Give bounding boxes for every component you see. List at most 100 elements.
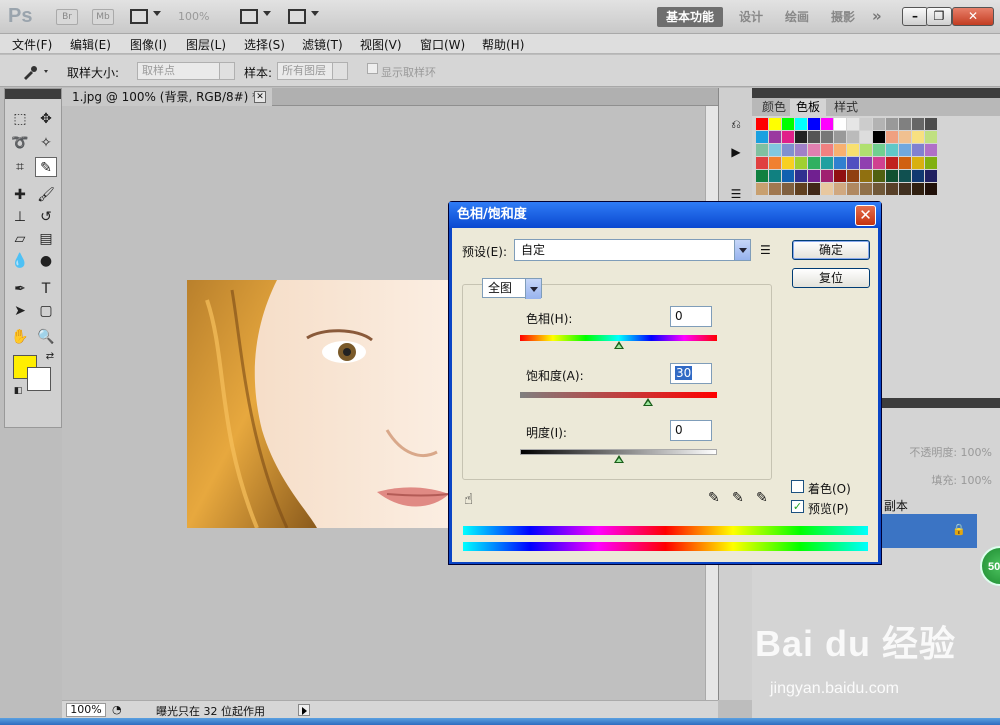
swatch-cell[interactable] (756, 157, 768, 169)
status-menu-arrow-icon[interactable] (298, 704, 310, 716)
swatch-cell[interactable] (925, 118, 937, 130)
adjustments-panel-icon[interactable]: ☰ (727, 186, 745, 202)
swatch-cell[interactable] (795, 118, 807, 130)
panel-header[interactable] (752, 88, 1000, 98)
swatch-cell[interactable] (756, 118, 768, 130)
eyedropper-icon[interactable]: ✎ (708, 490, 720, 506)
minimize-button[interactable]: – (902, 7, 928, 26)
eraser-tool-icon[interactable]: ▱ (9, 229, 31, 249)
status-zoom-field[interactable]: 100% (66, 703, 106, 717)
swatch-cell[interactable] (860, 183, 872, 195)
blur-tool-icon[interactable]: 💧 (9, 251, 31, 271)
swatch-cell[interactable] (782, 157, 794, 169)
swatch-cell[interactable] (912, 131, 924, 143)
menu-layer[interactable]: 图层(L) (186, 36, 226, 53)
swatch-cell[interactable] (847, 183, 859, 195)
sample-size-select[interactable]: 取样点 (137, 62, 235, 80)
eyedropper-plus-icon[interactable]: ✎ (732, 490, 744, 506)
lightness-input[interactable]: 0 (670, 420, 712, 441)
eyedropper-tool-preset-icon[interactable] (20, 62, 52, 82)
swatch-cell[interactable] (756, 170, 768, 182)
more-workspaces-icon[interactable]: » (872, 7, 882, 25)
swatch-cell[interactable] (886, 131, 898, 143)
close-document-icon[interactable]: ✕ (254, 91, 266, 103)
lasso-tool-icon[interactable]: ➰ (9, 133, 31, 153)
swatch-cell[interactable] (886, 157, 898, 169)
workspace-design[interactable]: 设计 (730, 7, 772, 27)
lightness-slider-thumb[interactable] (613, 455, 624, 464)
chevron-down-icon[interactable] (153, 11, 161, 16)
menu-help[interactable]: 帮助(H) (482, 36, 524, 53)
swatch-cell[interactable] (847, 170, 859, 182)
toolbox-header[interactable] (5, 89, 61, 99)
swatch-cell[interactable] (899, 118, 911, 130)
swatch-cell[interactable] (834, 131, 846, 143)
swatch-cell[interactable] (886, 144, 898, 156)
preset-select[interactable]: 自定 (514, 239, 751, 261)
zoom-tool-icon[interactable]: 🔍 (35, 327, 57, 347)
hue-slider-thumb[interactable] (613, 341, 624, 350)
swatch-cell[interactable] (769, 170, 781, 182)
swatch-cell[interactable] (899, 144, 911, 156)
menu-window[interactable]: 窗口(W) (420, 36, 465, 53)
preset-options-icon[interactable]: ☰ (760, 243, 771, 257)
swatch-cell[interactable] (769, 144, 781, 156)
swatch-cell[interactable] (808, 170, 820, 182)
swatch-cell[interactable] (860, 170, 872, 182)
dialog-close-button[interactable]: ✕ (855, 205, 876, 226)
swatch-cell[interactable] (899, 157, 911, 169)
opacity-value[interactable]: 100% (961, 446, 992, 459)
swatch-cell[interactable] (769, 131, 781, 143)
saturation-slider-track[interactable] (520, 392, 717, 398)
menu-filter[interactable]: 滤镜(T) (302, 36, 343, 53)
document-image[interactable] (187, 280, 449, 528)
swatch-cell[interactable] (821, 144, 833, 156)
crop-tool-icon[interactable]: ⌗ (9, 157, 31, 177)
pen-tool-icon[interactable]: ✒ (9, 279, 31, 299)
hand-tool-icon[interactable]: ✋ (9, 327, 31, 347)
swatch-cell[interactable] (769, 157, 781, 169)
history-panel-icon[interactable]: ⎌ (727, 116, 745, 132)
swatch-cell[interactable] (912, 183, 924, 195)
swatch-cell[interactable] (899, 183, 911, 195)
swatch-cell[interactable] (860, 157, 872, 169)
mini-bridge-button[interactable]: Mb (92, 9, 114, 25)
eyedropper-minus-icon[interactable]: ✎ (756, 490, 768, 506)
arrange-documents-icon[interactable] (240, 9, 258, 24)
sample-select[interactable]: 所有图层 (277, 62, 348, 80)
swatch-cell[interactable] (769, 183, 781, 195)
swatch-cell[interactable] (860, 118, 872, 130)
default-colors-icon[interactable]: ◧ (7, 381, 29, 401)
swatch-cell[interactable] (756, 131, 768, 143)
screen-mode-icon[interactable] (288, 9, 306, 24)
zoom-level[interactable]: 100% (178, 10, 209, 23)
menu-select[interactable]: 选择(S) (244, 36, 285, 53)
swatch-cell[interactable] (769, 118, 781, 130)
saturation-input[interactable]: 30 (670, 363, 712, 384)
dodge-tool-icon[interactable]: ● (35, 251, 57, 271)
workspace-photography[interactable]: 摄影 (822, 7, 864, 27)
swatch-cell[interactable] (834, 183, 846, 195)
swatch-cell[interactable] (808, 131, 820, 143)
saturation-slider-thumb[interactable] (643, 398, 654, 407)
actions-panel-icon[interactable]: ▶ (727, 144, 745, 160)
tab-color[interactable]: 颜色 (756, 99, 792, 116)
workspace-painting[interactable]: 绘画 (776, 7, 818, 27)
targeted-adjustment-icon[interactable]: ☝ (464, 490, 473, 508)
swatch-cell[interactable] (795, 131, 807, 143)
swatch-cell[interactable] (925, 183, 937, 195)
reset-button[interactable]: 复位 (792, 268, 870, 288)
swatch-cell[interactable] (873, 144, 885, 156)
healing-brush-tool-icon[interactable]: ✚ (9, 185, 31, 205)
menu-image[interactable]: 图像(I) (130, 36, 167, 53)
swatch-cell[interactable] (912, 118, 924, 130)
swap-colors-icon[interactable]: ⇄ (39, 347, 61, 367)
swatch-cell[interactable] (782, 131, 794, 143)
swatch-cell[interactable] (847, 118, 859, 130)
background-color-swatch[interactable] (27, 367, 51, 391)
swatch-cell[interactable] (925, 170, 937, 182)
swatch-cell[interactable] (847, 144, 859, 156)
path-selection-tool-icon[interactable]: ➤ (9, 301, 31, 321)
swatch-cell[interactable] (756, 183, 768, 195)
swatch-cell[interactable] (808, 144, 820, 156)
